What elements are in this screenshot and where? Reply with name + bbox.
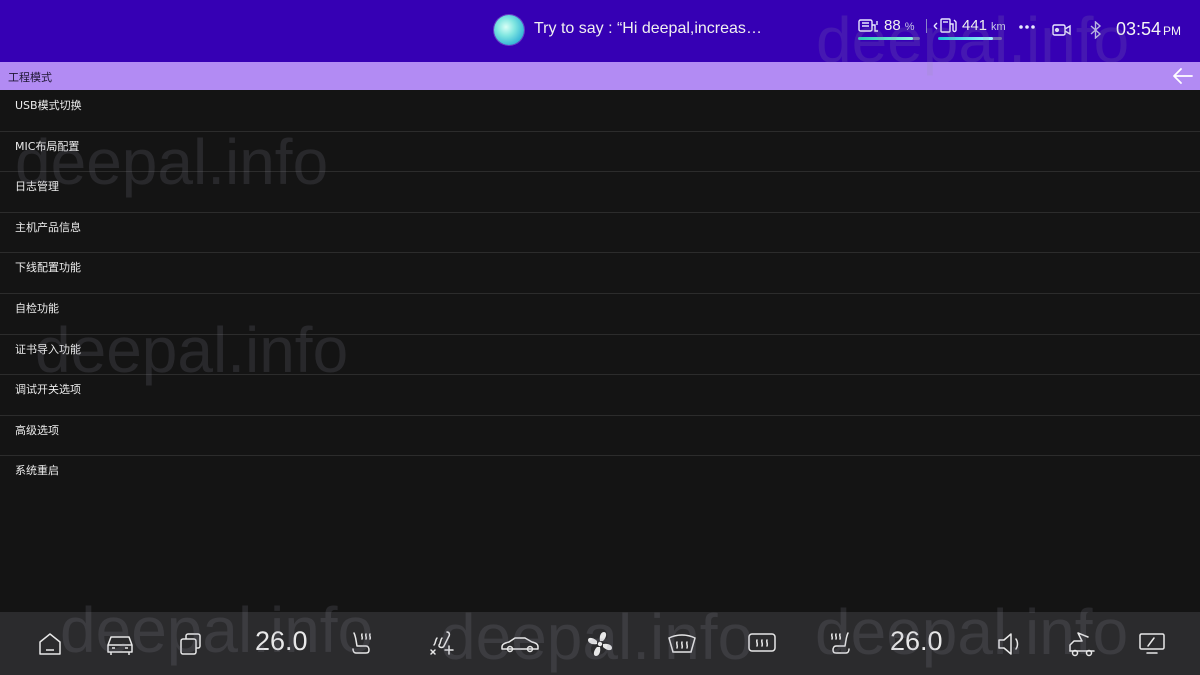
rear-defrost-icon — [748, 632, 776, 652]
home-button[interactable] — [30, 612, 70, 675]
screen-off-icon — [1139, 632, 1165, 654]
menu-item-offline-config[interactable]: 下线配置功能 — [0, 253, 1200, 294]
range-level-bar — [938, 37, 1002, 40]
range-status[interactable]: 441 km — [933, 14, 1007, 44]
menu-item-system-reboot[interactable]: 系统重启 — [0, 456, 1200, 497]
clock-time: 03:54 — [1116, 19, 1162, 39]
tailgate-icon — [1069, 631, 1095, 656]
rear-defrost-button[interactable] — [740, 612, 784, 675]
battery-unit: % — [904, 21, 915, 33]
menu-item-log-management[interactable]: 日志管理 — [0, 172, 1200, 213]
battery-charge-icon — [858, 17, 880, 35]
battery-value: 88 — [884, 17, 901, 34]
airflow-icon — [430, 630, 454, 655]
bottom-dock: 26.0 26.0 — [0, 612, 1200, 675]
left-temperature[interactable]: 26.0 — [255, 626, 308, 657]
seat-heat-left-icon — [352, 631, 372, 654]
page-title: 工程模式 — [8, 71, 52, 84]
car-icon — [107, 635, 133, 655]
voice-hint[interactable]: Try to say : “Hi deepal,increase t... — [534, 20, 764, 42]
car-side-button[interactable] — [496, 612, 544, 675]
menu-item-certificate-import[interactable]: 证书导入功能 — [0, 335, 1200, 376]
multitask-icon — [180, 632, 201, 655]
menu-item-label: 调试开关选项 — [15, 383, 81, 397]
menu-item-usb-mode[interactable]: USB模式切换 — [0, 91, 1200, 132]
arrow-left-icon — [1173, 68, 1193, 84]
menu-item-label: 高级选项 — [15, 423, 59, 437]
bluetooth-icon[interactable] — [1089, 21, 1103, 39]
seat-heat-right-button[interactable] — [818, 612, 862, 675]
airflow-button[interactable] — [418, 612, 466, 675]
multitask-button[interactable] — [170, 612, 210, 675]
battery-status[interactable]: 88% — [858, 14, 924, 44]
fan-icon — [588, 631, 612, 656]
menu-item-debug-switches[interactable]: 调试开关选项 — [0, 375, 1200, 416]
range-unit: km — [991, 21, 1006, 33]
fan-button[interactable] — [580, 612, 620, 675]
front-defrost-button[interactable] — [660, 612, 704, 675]
seat-heat-left-button[interactable] — [340, 612, 384, 675]
screen-off-button[interactable] — [1130, 612, 1174, 675]
menu-item-label: 系统重启 — [15, 464, 59, 478]
camera-icon[interactable] — [1052, 22, 1072, 38]
voice-assistant-icon[interactable] — [494, 15, 524, 45]
menu-list: USB模式切换 MIC布局配置 日志管理 主机产品信息 下线配置功能 自检功能 … — [0, 91, 1200, 497]
menu-item-advanced[interactable]: 高级选项 — [0, 416, 1200, 457]
back-button[interactable] — [1172, 66, 1194, 86]
battery-level-bar — [858, 37, 920, 40]
right-temperature[interactable]: 26.0 — [890, 626, 943, 657]
range-value: 441 — [962, 17, 988, 34]
menu-item-product-info[interactable]: 主机产品信息 — [0, 213, 1200, 254]
menu-item-label: 日志管理 — [15, 180, 59, 194]
clock-ampm: PM — [1163, 24, 1182, 38]
menu-item-self-test[interactable]: 自检功能 — [0, 294, 1200, 335]
menu-item-label: USB模式切换 — [15, 99, 82, 112]
fuel-range-icon — [933, 17, 959, 35]
status-bar: Try to say : “Hi deepal,increase t... 88… — [0, 0, 1200, 62]
more-icon[interactable] — [1018, 24, 1036, 30]
menu-item-label: 自检功能 — [15, 301, 59, 315]
page-header: 工程模式 — [0, 62, 1200, 90]
menu-item-mic-layout[interactable]: MIC布局配置 — [0, 132, 1200, 173]
front-defrost-icon — [668, 633, 696, 653]
status-separator — [926, 19, 927, 33]
car-button[interactable] — [98, 612, 142, 675]
home-icon — [39, 632, 61, 655]
car-side-icon — [501, 636, 539, 652]
menu-item-label: MIC布局配置 — [15, 139, 80, 153]
menu-item-label: 下线配置功能 — [15, 261, 81, 275]
volume-icon — [998, 632, 1019, 655]
menu-item-label: 主机产品信息 — [15, 220, 81, 234]
seat-heat-right-icon — [830, 631, 850, 654]
clock: 03:54 PM — [1116, 19, 1181, 40]
menu-item-label: 证书导入功能 — [15, 342, 81, 356]
volume-button[interactable] — [990, 612, 1030, 675]
tailgate-button[interactable] — [1060, 612, 1104, 675]
